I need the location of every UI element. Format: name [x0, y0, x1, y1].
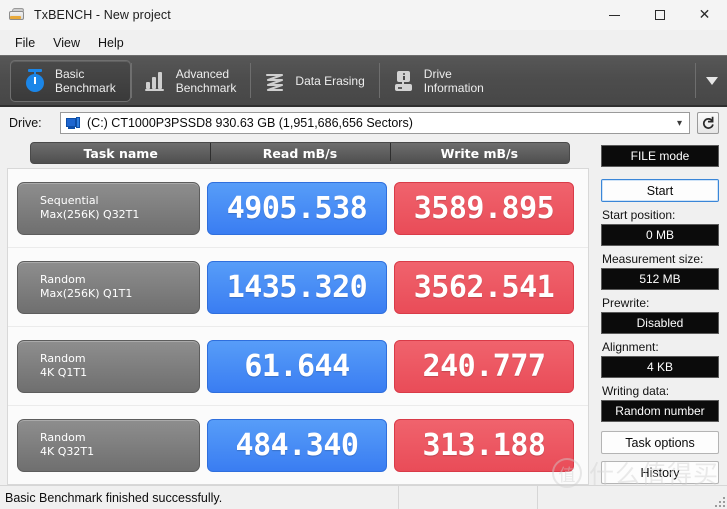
drive-select[interactable]: (C:) CT1000P3PSSD8 930.63 GB (1,951,686,…: [60, 112, 690, 134]
write-value-cell: 240.777: [394, 339, 574, 393]
drive-select-value: (C:) CT1000P3PSSD8 930.63 GB (1,951,686,…: [87, 116, 413, 130]
writing-data-label: Writing data:: [602, 384, 670, 398]
file-mode-button[interactable]: FILE mode: [601, 145, 719, 167]
tab-data-erasing[interactable]: Data Erasing: [251, 56, 378, 105]
task-options-button[interactable]: Task options: [601, 431, 719, 454]
tab-advanced-benchmark-label: Advanced Benchmark: [175, 66, 237, 95]
start-position-label: Start position:: [602, 208, 676, 222]
tab-basic-benchmark-label: Basic Benchmark: [55, 67, 116, 95]
results-header-row: Task name Read mB/s Write mB/s: [30, 142, 570, 164]
minimize-button[interactable]: [592, 0, 637, 31]
close-button[interactable]: ✕: [682, 0, 727, 31]
table-row: Random 4K Q32T1 484.340 313.188: [8, 406, 588, 484]
table-row: Sequential Max(256K) Q32T1 4905.538 3589…: [8, 169, 588, 248]
read-value-cell: 61.644: [207, 339, 387, 393]
write-value-cell: 3589.895: [394, 181, 574, 235]
table-row: Random 4K Q1T1 61.644 240.777: [8, 327, 588, 406]
main-body: Task name Read mB/s Write mB/s Sequentia…: [0, 139, 727, 485]
task-name-line2: 4K Q32T1: [40, 445, 95, 458]
task-name-cell[interactable]: Random 4K Q1T1: [17, 339, 200, 393]
window-controls: ✕: [592, 0, 727, 31]
task-name-line2: Max(256K) Q1T1: [40, 287, 133, 300]
task-name-line1: Random: [40, 273, 86, 286]
column-header-write: Write mB/s: [389, 142, 569, 161]
tab-drive-information-label: Drive Information: [423, 66, 484, 95]
stopwatch-icon: [23, 68, 47, 94]
writing-data-value[interactable]: Random number: [601, 400, 719, 422]
drive-info-icon: [392, 68, 416, 94]
write-value-cell: 3562.541: [394, 260, 574, 314]
read-value-cell: 1435.320: [207, 260, 387, 314]
results-rows: Sequential Max(256K) Q32T1 4905.538 3589…: [7, 168, 589, 485]
tab-basic-benchmark[interactable]: Basic Benchmark: [10, 60, 131, 102]
start-button[interactable]: Start: [601, 179, 719, 202]
minimize-icon: [609, 14, 620, 16]
task-name-line1: Random: [40, 352, 86, 365]
task-name-line1: Sequential: [40, 194, 99, 207]
column-header-task-name: Task name: [83, 145, 158, 161]
refresh-drives-button[interactable]: [697, 112, 719, 134]
measurement-size-value[interactable]: 512 MB: [601, 268, 719, 290]
app-icon: [9, 7, 25, 23]
task-name-cell[interactable]: Random 4K Q32T1: [17, 418, 200, 472]
hard-drive-icon: [66, 116, 81, 130]
status-segment: [399, 486, 538, 509]
tab-overflow-button[interactable]: [695, 63, 727, 98]
write-value-cell: 313.188: [394, 418, 574, 472]
table-row: Random Max(256K) Q1T1 1435.320 3562.541: [8, 248, 588, 327]
prewrite-value[interactable]: Disabled: [601, 312, 719, 334]
column-header-read: Read mB/s: [210, 142, 389, 161]
chevron-down-icon: [705, 76, 718, 85]
task-name-cell[interactable]: Sequential Max(256K) Q32T1: [17, 181, 200, 235]
tab-strip: Basic Benchmark Advanced Benchmark Data …: [0, 55, 727, 107]
tab-drive-information[interactable]: Drive Information: [380, 56, 498, 105]
read-value-cell: 484.340: [207, 418, 387, 472]
maximize-button[interactable]: [637, 0, 682, 31]
alignment-value[interactable]: 4 KB: [601, 356, 719, 378]
txbench-window: TxBENCH - New project ✕ File View Help B…: [0, 0, 727, 509]
benchmark-results-panel: Task name Read mB/s Write mB/s Sequentia…: [0, 139, 597, 485]
shredder-icon: [263, 68, 287, 94]
resize-grip-icon[interactable]: [713, 495, 725, 507]
alignment-label: Alignment:: [602, 340, 659, 354]
drive-selector-row: Drive: (C:) CT1000P3PSSD8 930.63 GB (1,9…: [0, 107, 727, 139]
drive-label: Drive:: [9, 116, 42, 130]
menu-view[interactable]: View: [44, 33, 89, 53]
tab-data-erasing-label: Data Erasing: [295, 73, 365, 88]
status-message: Basic Benchmark finished successfully.: [0, 486, 399, 509]
bar-chart-icon: [144, 68, 168, 94]
prewrite-label: Prewrite:: [602, 296, 650, 310]
task-name-line2: Max(256K) Q32T1: [40, 208, 140, 221]
task-name-cell[interactable]: Random Max(256K) Q1T1: [17, 260, 200, 314]
task-name-line1: Random: [40, 431, 86, 444]
title-bar: TxBENCH - New project ✕: [0, 0, 727, 31]
options-sidebar: FILE mode Start Start position: 0 MB Mea…: [597, 139, 727, 485]
status-bar: Basic Benchmark finished successfully.: [0, 485, 727, 509]
maximize-icon: [654, 10, 665, 20]
menu-bar: File View Help: [0, 31, 727, 55]
tab-advanced-benchmark[interactable]: Advanced Benchmark: [132, 56, 251, 105]
task-name-line2: 4K Q1T1: [40, 366, 88, 379]
history-button[interactable]: History: [601, 461, 719, 484]
close-icon: ✕: [698, 7, 711, 23]
measurement-size-label: Measurement size:: [602, 252, 704, 266]
menu-file[interactable]: File: [6, 33, 44, 53]
read-value-cell: 4905.538: [207, 181, 387, 235]
menu-help[interactable]: Help: [89, 33, 133, 53]
window-title: TxBENCH - New project: [34, 8, 171, 22]
chevron-down-icon: ▾: [676, 117, 682, 129]
refresh-icon: [702, 116, 714, 129]
start-position-value[interactable]: 0 MB: [601, 224, 719, 246]
